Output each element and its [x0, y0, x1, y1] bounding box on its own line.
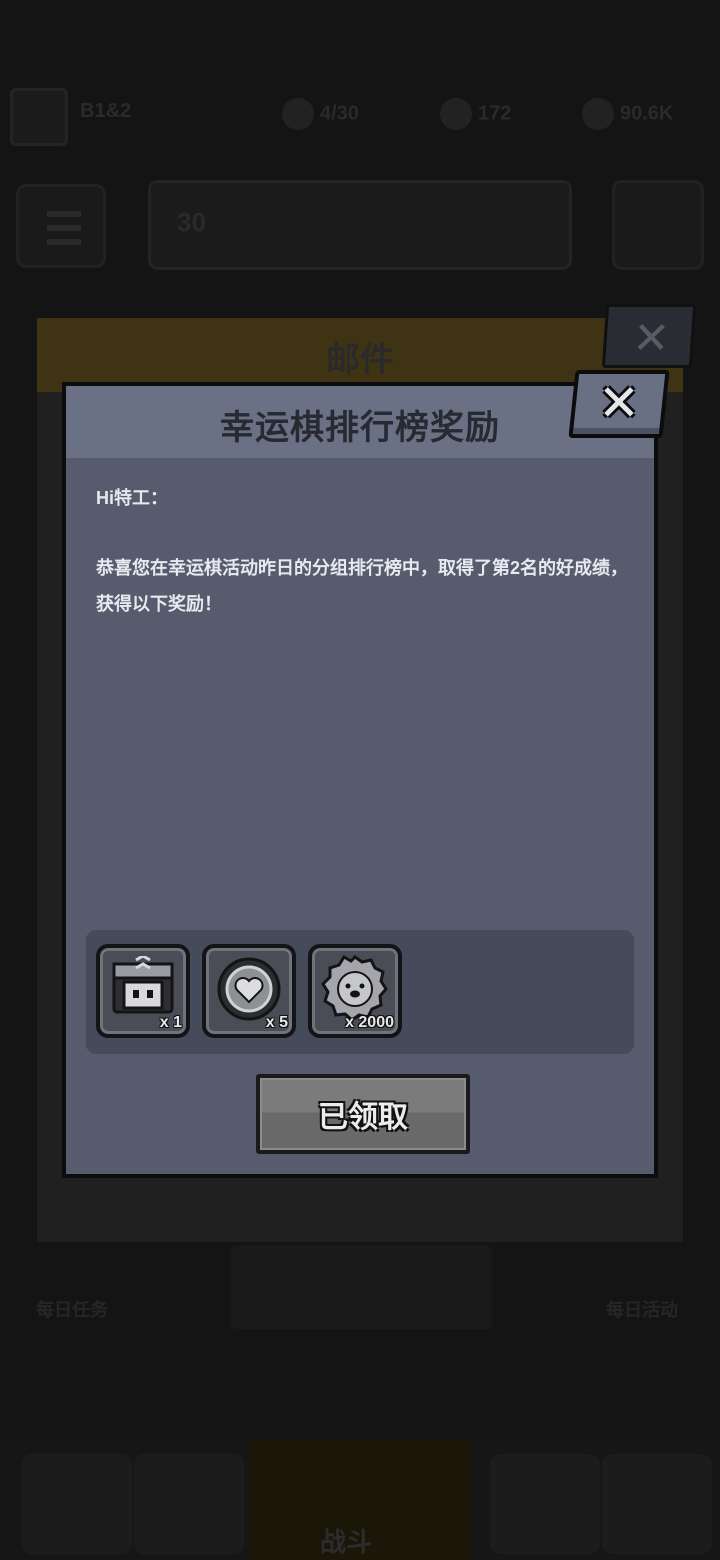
- shield-icon: [612, 180, 704, 270]
- coin-icon: [582, 98, 614, 130]
- level-number: 30: [177, 207, 206, 237]
- coin-resource: 90.6K: [582, 98, 673, 130]
- player-name: B1&2: [80, 100, 132, 122]
- bottom-navigation: 战斗: [0, 1440, 720, 1560]
- event-card: [230, 1245, 492, 1329]
- dialog-close-button[interactable]: ✕: [568, 370, 670, 438]
- reward-panel: x 1 x 5 x 2000: [86, 930, 634, 1054]
- dialog-header: 幸运棋排行榜奖励: [66, 386, 654, 458]
- heart-orb-icon: [217, 957, 281, 1021]
- player-avatar: [10, 88, 68, 146]
- gem-icon: [440, 98, 472, 130]
- level-progress-panel: 30: [148, 180, 572, 270]
- mail-body-text: 恭喜您在幸运棋活动昨日的分组排行榜中，取得了第2名的好成绩，获得以下奖励！: [96, 558, 629, 614]
- daily-activity-label: 每日活动: [606, 1300, 678, 1320]
- menu-button: [16, 184, 106, 268]
- daily-task-label: 每日任务: [36, 1300, 108, 1320]
- nav-tab-1: [22, 1454, 132, 1554]
- energy-icon: [282, 98, 314, 130]
- treasure-chest-icon: [112, 956, 174, 1014]
- secondary-bar: 30: [0, 180, 720, 270]
- reward-count: x 1: [159, 1014, 182, 1031]
- claimed-button-label: 已领取: [318, 1101, 408, 1134]
- nav-tab-5: [602, 1454, 712, 1554]
- reward-mail-dialog: 幸运棋排行榜奖励 Hi特工： 恭喜您在幸运棋活动昨日的分组排行榜中，取得了第2名…: [62, 382, 658, 1178]
- reward-count: x 5: [265, 1014, 288, 1031]
- reward-count: x 2000: [345, 1014, 394, 1031]
- energy-resource: 4/30: [282, 98, 359, 130]
- close-icon: ✕: [598, 375, 640, 431]
- reward-item-coin[interactable]: x 2000: [308, 944, 402, 1038]
- mail-close-button: ✕: [601, 304, 697, 368]
- top-status-bar: B1&2 4/30 172 90.6K: [0, 80, 720, 150]
- nav-tab-2: [134, 1454, 244, 1554]
- coin-value: 90.6K: [620, 102, 674, 125]
- reward-item-heart[interactable]: x 5: [202, 944, 296, 1038]
- battle-label: 战斗: [320, 1527, 373, 1557]
- reward-item-chest[interactable]: x 1: [96, 944, 190, 1038]
- nav-tab-4: [490, 1454, 600, 1554]
- claimed-button[interactable]: 已领取: [256, 1074, 470, 1154]
- gem-resource: 172: [440, 98, 511, 130]
- energy-value: 4/30: [320, 102, 359, 125]
- mail-close-icon: ✕: [631, 314, 672, 363]
- dialog-title: 幸运棋排行榜奖励: [220, 409, 500, 447]
- gem-value: 172: [478, 102, 512, 125]
- mail-greeting: Hi特工：: [96, 488, 168, 508]
- paw-coin-icon: [321, 954, 388, 1022]
